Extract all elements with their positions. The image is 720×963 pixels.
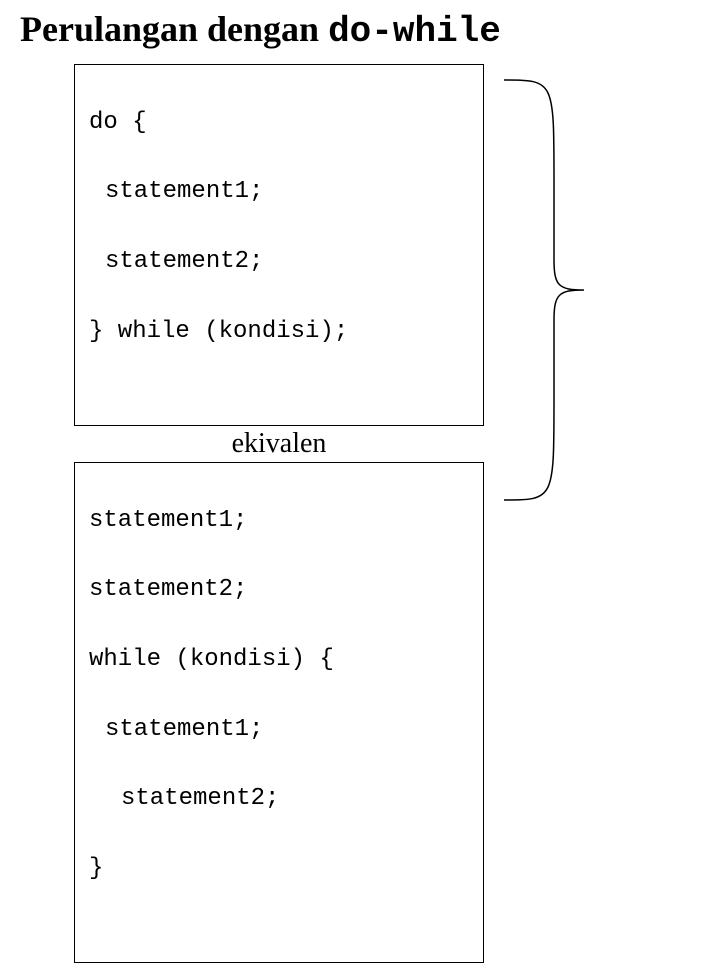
code-line: statement2; (89, 245, 471, 280)
code-line: statement2; (89, 782, 471, 817)
code-block-while: statement1; statement2; while (kondisi) … (74, 462, 484, 963)
brace-icon (484, 72, 604, 508)
code-line: statement2; (89, 573, 471, 608)
code-block-do-while: do { statement1; statement2; } while (ko… (74, 64, 484, 426)
code-line: } while (kondisi); (89, 315, 471, 350)
code-line: while (kondisi) { (89, 643, 471, 678)
page-title: Perulangan dengan do-while (20, 8, 700, 52)
code-line: statement1; (89, 713, 471, 748)
code-line: statement1; (89, 504, 471, 539)
title-mono: do-while (328, 11, 501, 52)
code-line: } (89, 852, 471, 887)
slide: Perulangan dengan do-while do { statemen… (0, 0, 720, 963)
title-prefix: Perulangan dengan (20, 9, 328, 49)
code-line: do { (89, 106, 471, 141)
equivalence-label: ekivalen (74, 428, 484, 460)
code-line: statement1; (89, 175, 471, 210)
